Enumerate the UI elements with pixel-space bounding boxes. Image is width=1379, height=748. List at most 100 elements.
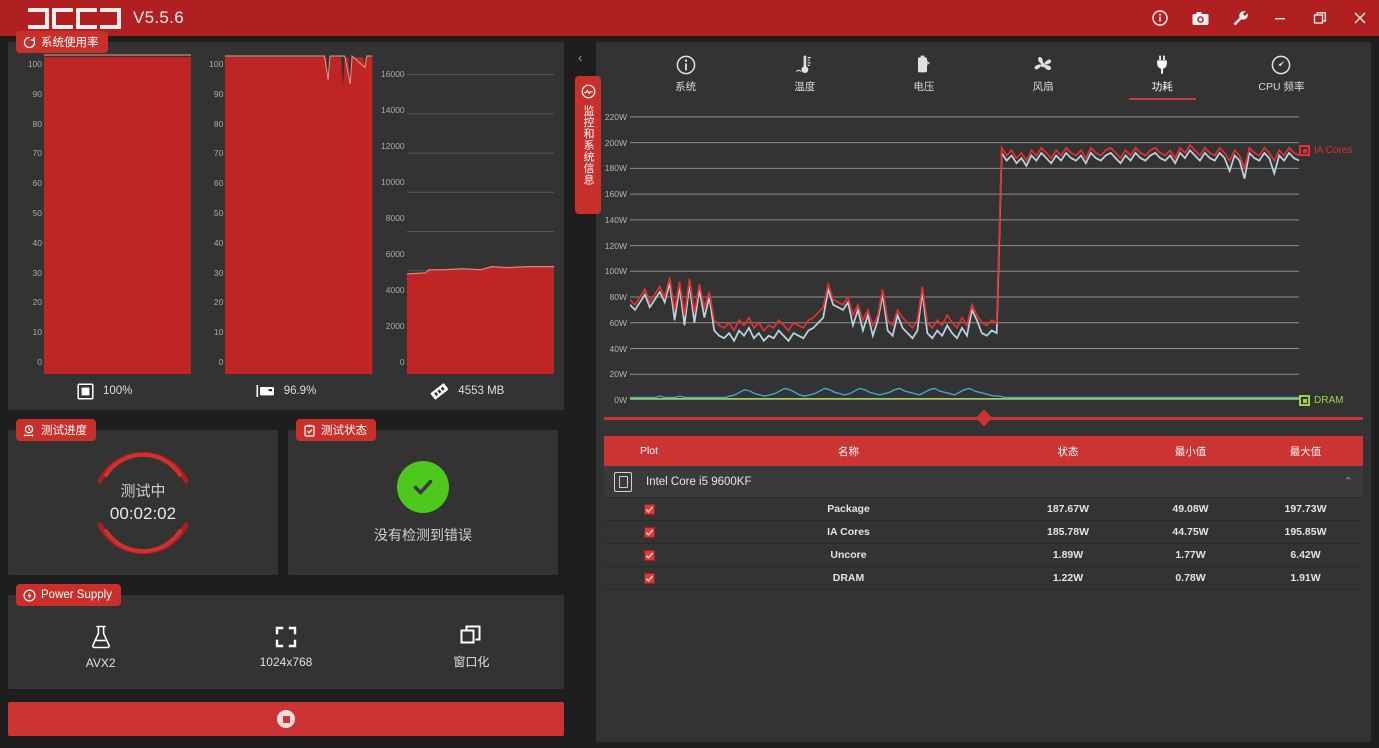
- axis-tick: 10: [213, 327, 224, 338]
- plot-checkbox[interactable]: [643, 526, 655, 538]
- stopwatch-icon: [23, 424, 34, 436]
- cpu-icon: [77, 382, 94, 400]
- plot-checkbox[interactable]: [643, 572, 655, 584]
- instruction-set-option[interactable]: AVX2: [8, 625, 193, 670]
- title-bar: V5.5.6: [0, 0, 1379, 36]
- tab-system[interactable]: 系统: [626, 48, 745, 96]
- close-icon[interactable]: [1351, 9, 1369, 27]
- wrench-icon[interactable]: [1231, 9, 1249, 27]
- axis-tick: 20: [213, 297, 224, 308]
- axis-tick: 90: [32, 88, 42, 99]
- min-cell: 1.77W: [1175, 549, 1206, 561]
- axis-tick: 20: [32, 297, 42, 308]
- tab-voltage[interactable]: 电压: [864, 48, 983, 96]
- tab-system-label: 系统: [675, 81, 697, 93]
- title-bar-controls: [1151, 0, 1369, 36]
- collapse-panel-button[interactable]: ‹: [578, 50, 582, 65]
- axis-tick: 40: [32, 237, 42, 248]
- power-chart: 0W 20W 40W 60W 80W 100W 120W 140W 160W 180W 200W 22…: [596, 104, 1371, 434]
- plot-checkbox[interactable]: [643, 503, 655, 515]
- memory-usage-chart: 16000 14000 12000 10000 8000 6000 4000 2000 0: [381, 54, 554, 374]
- info-circle-icon: [676, 55, 695, 75]
- tab-cpu-frequency[interactable]: CPU 频率: [1222, 48, 1341, 96]
- info-icon[interactable]: [1151, 9, 1169, 27]
- test-progress-panel: 测试进度 测试中 00:02:02: [8, 419, 278, 575]
- power-axis-tick: 160W: [604, 189, 627, 200]
- axis-tick: 0: [37, 357, 42, 367]
- axis-tick: 10000: [381, 177, 405, 187]
- chart-slider-handle[interactable]: [975, 409, 992, 427]
- power-axis-tick: 60W: [609, 317, 627, 328]
- table-row[interactable]: IA Cores 185.78W 44.75W 195.85W: [604, 521, 1363, 544]
- min-cell: 49.08W: [1172, 503, 1209, 515]
- test-progress-badge-label: 测试进度: [41, 425, 87, 437]
- tab-fan[interactable]: 风扇: [984, 48, 1103, 96]
- cpu-chip-icon: [614, 471, 632, 492]
- chart-time-slider[interactable]: [604, 409, 1363, 427]
- usage-stats: 100% 96.9% 4553 MB: [14, 374, 558, 408]
- success-check-icon: [397, 460, 449, 513]
- axis-tick: 14000: [381, 105, 405, 115]
- sensor-table: Plot 名称 状态 最小值 最大值 Intel Core i5 9600KF …: [604, 436, 1363, 590]
- state-cell: 185.78W: [1046, 526, 1090, 538]
- system-usage-badge-label: 系统使用率: [41, 37, 99, 49]
- stop-test-button[interactable]: [8, 702, 564, 736]
- monitoring-panel: ‹ 监控和系统信息 系统 温度 电压 风扇 功耗 CPU 频率 0W 20W 4…: [575, 42, 1371, 742]
- state-cell: 1.22W: [1052, 572, 1084, 584]
- cpu-usage-chart: 100 90 80 70 60 50 40 30 20 10 0: [18, 54, 192, 374]
- logo-letter-c2: [76, 7, 97, 29]
- plot-checkbox[interactable]: [643, 549, 655, 561]
- table-row[interactable]: Package 187.67W 49.08W 197.73W: [604, 498, 1363, 521]
- test-status-badge: 测试状态: [296, 419, 376, 441]
- minimize-icon[interactable]: [1271, 9, 1289, 27]
- legend-item[interactable]: IA Cores: [1299, 145, 1352, 156]
- power-supply-options: AVX2 1024x768 窗口化: [8, 595, 564, 689]
- plot-cell: [604, 526, 694, 538]
- test-status-message: 没有检测到错误: [374, 526, 472, 543]
- axis-tick: 10: [32, 327, 42, 338]
- tab-fan-label: 风扇: [1032, 81, 1054, 93]
- monitor-icon: [581, 84, 595, 99]
- resolution-label: 1024x768: [259, 654, 313, 669]
- name-cell: DRAM: [832, 572, 865, 584]
- occt-window: V5.5.6 系统使用率 100 90 80 70 60 50 40 30 20…: [0, 0, 1379, 748]
- power-chart-plot[interactable]: [630, 104, 1299, 400]
- power-supply-badge-label: Power Supply: [41, 589, 112, 601]
- power-supply-badge: Power Supply: [16, 584, 121, 606]
- table-row[interactable]: DRAM 1.22W 0.78W 1.91W: [604, 567, 1363, 590]
- tab-temperature[interactable]: 温度: [745, 48, 864, 96]
- plot-cell: [604, 503, 694, 515]
- resolution-option[interactable]: 1024x768: [193, 626, 378, 669]
- power-axis-tick: 100W: [604, 266, 627, 277]
- restore-icon[interactable]: [1311, 9, 1329, 27]
- monitoring-side-tab[interactable]: 监控和系统信息: [575, 76, 601, 214]
- power-axis-tick: 140W: [604, 214, 627, 225]
- state-cell: 1.89W: [1052, 549, 1084, 561]
- legend-label: DRAM: [1314, 395, 1344, 406]
- app-version: V5.5.6: [133, 8, 184, 27]
- window-mode-option[interactable]: 窗口化: [379, 624, 564, 670]
- system-usage-badge: 系统使用率: [16, 31, 108, 53]
- memory-chart-plot: [406, 54, 554, 374]
- header-name: 名称: [838, 445, 859, 458]
- app-logo: V5.5.6: [28, 7, 184, 29]
- sensor-group-row[interactable]: Intel Core i5 9600KF ⌃: [604, 466, 1363, 498]
- cpu-usage-value: 100%: [102, 385, 133, 397]
- axis-tick: 90: [213, 88, 224, 99]
- power-supply-panel: Power Supply AVX2 1024x768 窗口化: [8, 584, 564, 689]
- header-min: 最小值: [1174, 445, 1207, 458]
- tab-cpu-frequency-label: CPU 频率: [1258, 81, 1305, 93]
- axis-tick: 100: [27, 59, 42, 69]
- axis-tick: 50: [32, 208, 42, 218]
- legend-item[interactable]: DRAM: [1299, 395, 1343, 406]
- gauge-icon: [23, 36, 36, 48]
- sensor-table-header: Plot 名称 状态 最小值 最大值: [604, 436, 1363, 466]
- tab-power[interactable]: 功耗: [1103, 48, 1222, 100]
- camera-icon[interactable]: [1191, 9, 1209, 27]
- axis-tick: 30: [213, 267, 224, 278]
- table-row[interactable]: Uncore 1.89W 1.77W 6.42W: [604, 544, 1363, 567]
- header-max: 最大值: [1289, 445, 1322, 458]
- chevron-up-icon[interactable]: ⌃: [1344, 475, 1353, 488]
- power-axis-tick: 40W: [609, 343, 627, 354]
- occt-logo-mark: [28, 7, 121, 29]
